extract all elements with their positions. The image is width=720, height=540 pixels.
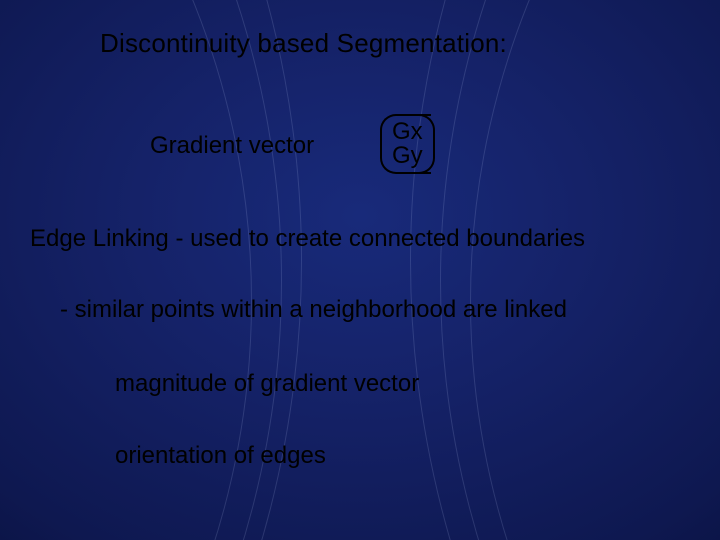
edge-linking-text: Edge Linking - used to create connected … (30, 225, 585, 253)
decorative-arc (440, 0, 720, 540)
gradient-vector-label: Gradient vector (150, 132, 314, 160)
matrix-row-gx: Gx (392, 120, 423, 144)
slide: Discontinuity based Segmentation: Gradie… (0, 0, 720, 540)
matrix-bracket: Gx Gy (380, 114, 431, 174)
decorative-arc (470, 0, 720, 540)
similar-points-text: - similar points within a neighborhood a… (60, 296, 567, 324)
magnitude-text: magnitude of gradient vector (115, 370, 419, 398)
decorative-arc (410, 0, 720, 540)
matrix-row-gy: Gy (392, 144, 423, 168)
slide-title: Discontinuity based Segmentation: (100, 28, 507, 59)
orientation-text: orientation of edges (115, 442, 326, 470)
gradient-vector-matrix: Gx Gy (380, 114, 431, 174)
